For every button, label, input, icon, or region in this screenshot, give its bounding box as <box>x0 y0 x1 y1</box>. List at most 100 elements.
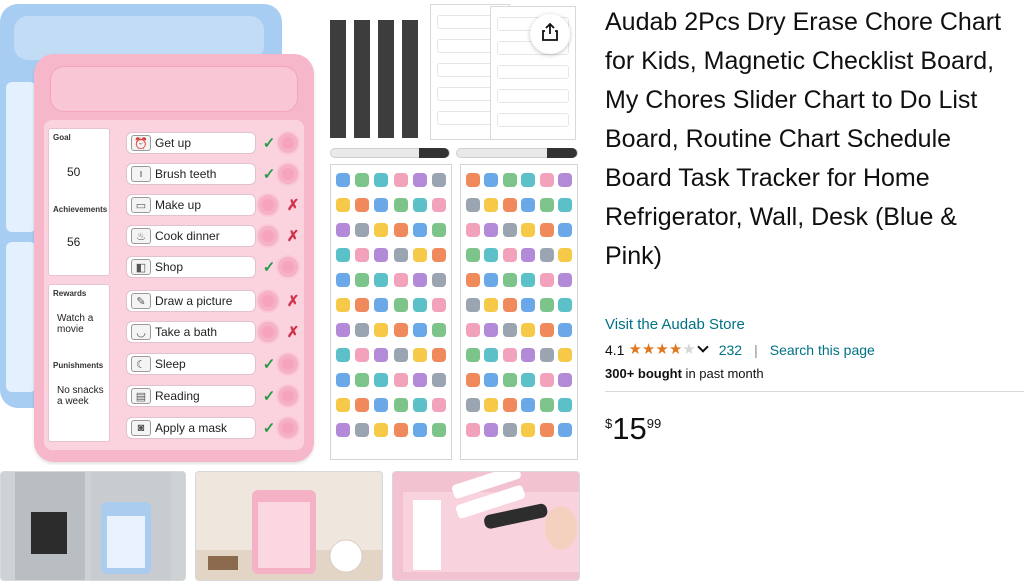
sticker-sheet <box>460 164 578 460</box>
slider-knob[interactable] <box>276 255 300 279</box>
blue-board-slot <box>6 82 36 232</box>
chevron-down-icon[interactable] <box>697 341 709 353</box>
sticker <box>539 348 554 362</box>
sticker <box>539 373 554 387</box>
sticker <box>558 373 573 387</box>
sticker <box>412 398 427 412</box>
sticker <box>484 348 499 362</box>
cross-mark-icon: ✗ <box>286 197 300 214</box>
sticker <box>484 223 499 237</box>
task-label: Cook dinner <box>155 229 220 243</box>
sticker <box>336 223 351 237</box>
sticker <box>412 273 427 287</box>
punishments-label: Punishments <box>53 361 104 370</box>
magnetic-strip <box>402 20 418 138</box>
check-mark-icon: ✓ <box>262 166 276 183</box>
sticker <box>539 298 554 312</box>
sticker <box>412 223 427 237</box>
sticker <box>431 298 446 312</box>
sticker <box>431 248 446 262</box>
fridge-thumbnail[interactable] <box>0 471 186 581</box>
sticker <box>355 173 370 187</box>
sticker <box>558 223 573 237</box>
sticker <box>412 348 427 362</box>
sticker <box>393 298 408 312</box>
slider-knob[interactable] <box>256 289 280 313</box>
magnetic-strip <box>330 20 346 138</box>
sticker <box>539 248 554 262</box>
sticker <box>502 398 517 412</box>
sticker <box>355 398 370 412</box>
share-icon <box>540 22 560 47</box>
sticker <box>393 373 408 387</box>
star-full-icon: ★ <box>641 341 656 358</box>
rating-count-link[interactable]: 232 <box>719 342 742 358</box>
slider-knob[interactable] <box>256 224 280 248</box>
sticker <box>374 323 389 337</box>
sticker <box>412 298 427 312</box>
task-item: ▤ Reading <box>126 385 256 407</box>
product-title: Audab 2Pcs Dry Erase Chore Chart for Kid… <box>605 8 1002 270</box>
sticker <box>393 173 408 187</box>
task-item: ı Brush teeth <box>126 163 256 185</box>
sticker <box>431 323 446 337</box>
sticker <box>355 348 370 362</box>
rating-row: 4.1 ★ ★ ★ ★ ★ 232 | Search this page <box>605 341 875 359</box>
sticker <box>465 173 480 187</box>
bathtub-icon: ◡ <box>131 324 151 340</box>
sticker <box>355 198 370 212</box>
sticker <box>539 198 554 212</box>
drawing-icon: ✎ <box>131 293 151 309</box>
slider-knob[interactable] <box>256 320 280 344</box>
slider-knob[interactable] <box>276 352 300 376</box>
sticker <box>412 248 427 262</box>
sticker <box>431 348 446 362</box>
task-item: ◙ Apply a mask <box>126 417 256 439</box>
slider-knob[interactable] <box>276 416 300 440</box>
rating-value[interactable]: 4.1 <box>605 342 624 358</box>
task-label: Apply a mask <box>155 421 228 435</box>
task-item: ◧ Shop <box>126 256 256 278</box>
slider-knob[interactable] <box>276 131 300 155</box>
task-item: ⏰ Get up <box>126 132 256 154</box>
task-item: ✎ Draw a picture <box>126 290 256 312</box>
pink-board-header <box>50 66 298 112</box>
sticker <box>355 423 370 437</box>
bought-period: in past month <box>681 366 764 381</box>
goal-box: Goal 50 Achievements 56 <box>48 128 110 276</box>
marker-closeup-thumbnail[interactable] <box>392 471 580 581</box>
store-link[interactable]: Visit the Audab Store <box>605 316 745 333</box>
shopping-icon: ◧ <box>131 259 151 275</box>
desk-thumbnail[interactable] <box>195 471 383 581</box>
sticker <box>502 173 517 187</box>
star-rating[interactable]: ★ ★ ★ ★ ★ <box>628 342 695 358</box>
sticker <box>465 298 480 312</box>
share-button[interactable] <box>530 14 570 54</box>
task-label: Brush teeth <box>155 167 217 181</box>
sticker <box>374 223 389 237</box>
sticker <box>465 248 480 262</box>
sticker <box>465 398 480 412</box>
sticker <box>412 198 427 212</box>
sticker <box>484 298 499 312</box>
sticker <box>355 223 370 237</box>
slider-knob[interactable] <box>276 162 300 186</box>
sleep-icon: ☾ <box>131 356 151 372</box>
sticker <box>374 398 389 412</box>
bought-in-past-month: 300+ bought in past month <box>605 366 764 381</box>
sticker <box>355 298 370 312</box>
punishments-text: No snacks a week <box>57 385 104 407</box>
sticker <box>465 198 480 212</box>
sticker <box>374 173 389 187</box>
sticker <box>521 298 536 312</box>
search-this-page-link[interactable]: Search this page <box>770 342 875 358</box>
image-gallery: Goal 50 Achievements 56 Rewards Watch a … <box>0 0 590 585</box>
main-product-image[interactable]: Goal 50 Achievements 56 Rewards Watch a … <box>0 0 590 465</box>
sticker <box>484 273 499 287</box>
slider-knob[interactable] <box>276 384 300 408</box>
slider-knob[interactable] <box>256 193 280 217</box>
sticker <box>412 173 427 187</box>
sticker <box>502 298 517 312</box>
sticker <box>355 323 370 337</box>
pink-chore-board: Goal 50 Achievements 56 Rewards Watch a … <box>34 54 314 462</box>
